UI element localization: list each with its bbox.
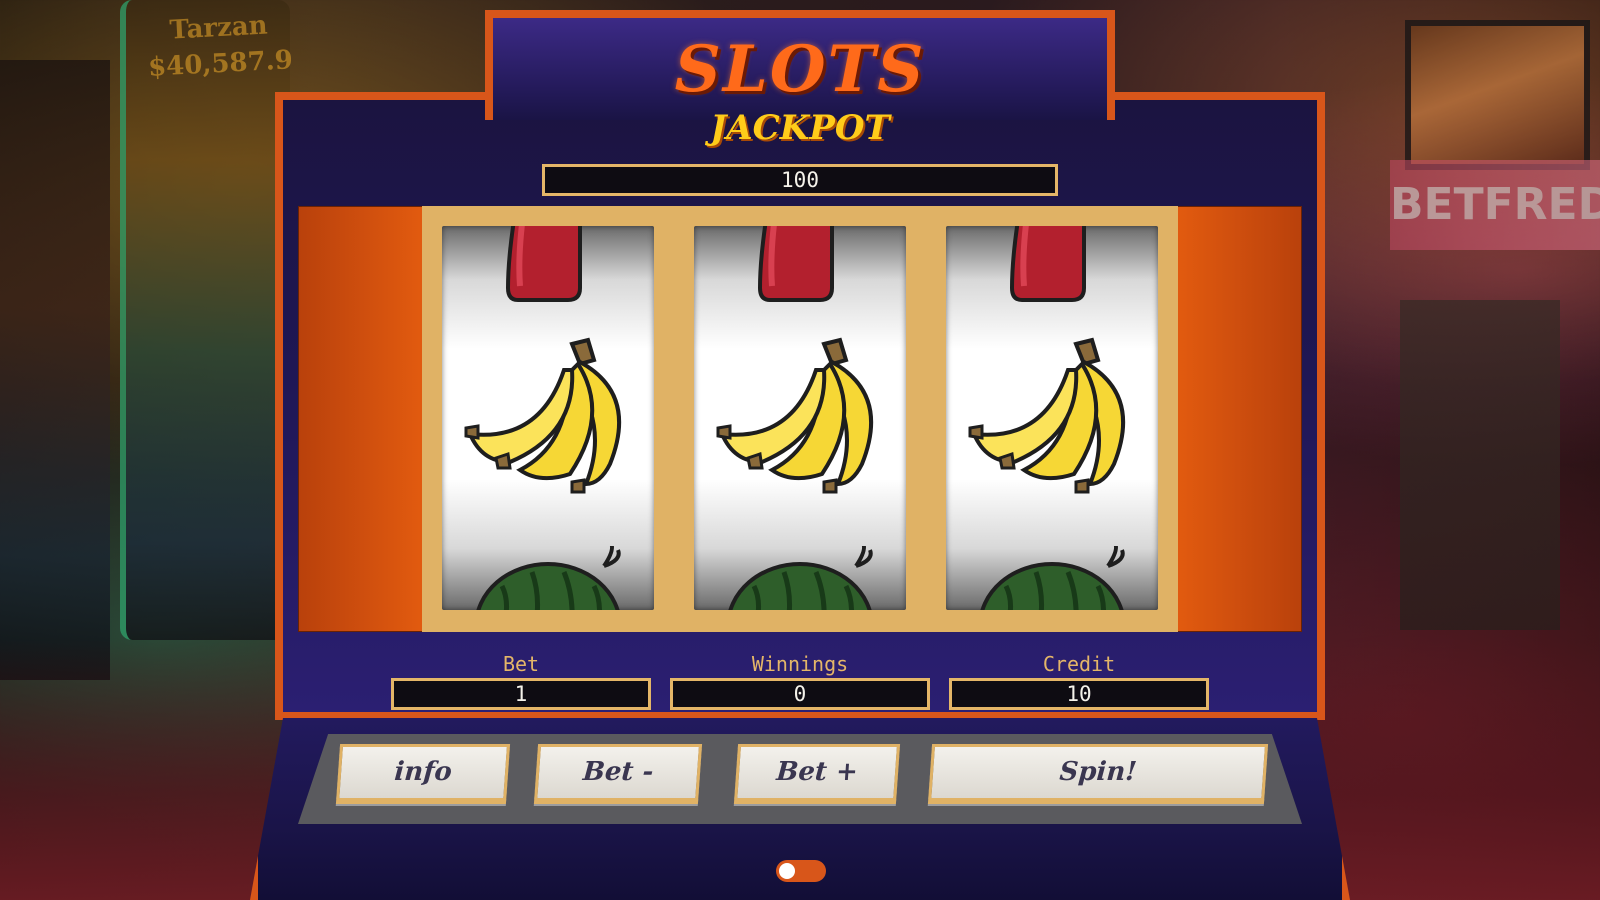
bet-label: Bet — [502, 652, 540, 676]
banana-icon — [464, 337, 622, 494]
cherry-icon — [1009, 226, 1086, 302]
banana-icon — [716, 337, 874, 494]
slot-machine-header: SLOTS — [485, 10, 1115, 120]
background-slot-machine — [0, 60, 110, 680]
background-sign-right: BETFRED — [1390, 160, 1600, 250]
info-button[interactable]: info — [335, 744, 511, 804]
background-sign-left: Tarzan $40,587.9 — [147, 10, 294, 83]
cherry-icon — [505, 226, 582, 302]
background-pillar — [1400, 300, 1560, 630]
jackpot-display: 100 — [542, 164, 1058, 196]
reel-frame — [674, 206, 926, 632]
banana-icon — [968, 337, 1126, 494]
toggle-knob — [779, 863, 795, 879]
reel-frame — [926, 206, 1178, 632]
winnings-label: Winnings — [751, 652, 849, 676]
bet-increase-button[interactable]: Bet + — [733, 744, 901, 804]
credit-label: Credit — [1042, 652, 1116, 676]
watermelon-icon — [980, 546, 1125, 610]
credit-display: 10 — [949, 678, 1209, 710]
winnings-display: 0 — [670, 678, 930, 710]
reel-2 — [694, 226, 906, 610]
sound-toggle[interactable] — [776, 860, 826, 882]
bet-display: 1 — [391, 678, 651, 710]
spin-button[interactable]: Spin! — [927, 744, 1269, 804]
watermelon-icon — [476, 546, 621, 610]
reel-1 — [442, 226, 654, 610]
watermelon-icon — [728, 546, 873, 610]
cherry-icon — [757, 226, 834, 302]
reel-frame — [422, 206, 674, 632]
game-title: SLOTS — [674, 32, 926, 107]
reel-3 — [946, 226, 1158, 610]
jackpot-label: JACKPOT — [710, 108, 890, 148]
bet-decrease-button[interactable]: Bet - — [533, 744, 703, 804]
